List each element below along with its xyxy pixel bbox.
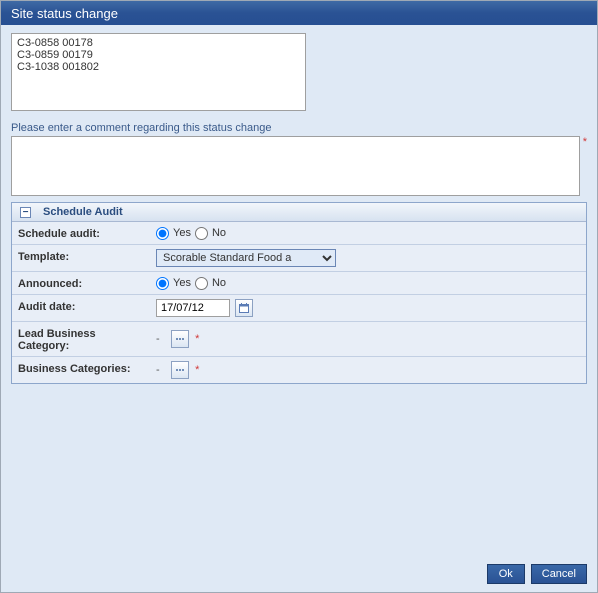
business-categories-value: - bbox=[156, 364, 166, 376]
collapse-icon[interactable]: − bbox=[20, 207, 31, 218]
business-categories-label: Business Categories: bbox=[12, 357, 150, 384]
announced-radios: Yes No bbox=[156, 277, 580, 290]
schedule-audit-label: Schedule audit: bbox=[12, 222, 150, 245]
dialog-titlebar: Site status change bbox=[1, 1, 597, 25]
announced-no-text: No bbox=[212, 277, 226, 289]
audit-date-input[interactable] bbox=[156, 299, 230, 317]
calendar-icon[interactable] bbox=[235, 299, 253, 317]
dialog-title: Site status change bbox=[11, 6, 118, 21]
business-categories-picker-icon[interactable] bbox=[171, 361, 189, 379]
row-announced: Announced: Yes No bbox=[12, 272, 586, 295]
announced-no-label[interactable]: No bbox=[195, 277, 226, 290]
audit-date-label: Audit date: bbox=[12, 295, 150, 322]
dialog-body: C3-0858 00178 C3-0859 00179 C3-1038 0018… bbox=[1, 25, 597, 558]
lead-business-category-picker-icon[interactable] bbox=[171, 330, 189, 348]
schedule-audit-yes-label[interactable]: Yes bbox=[156, 227, 191, 240]
schedule-audit-no-label[interactable]: No bbox=[195, 227, 226, 240]
lead-business-category-required-mark: * bbox=[195, 333, 199, 345]
comment-textarea[interactable] bbox=[11, 136, 580, 196]
business-categories-required-mark: * bbox=[195, 364, 199, 376]
comment-required-mark: * bbox=[583, 136, 587, 148]
template-label: Template: bbox=[12, 245, 150, 272]
schedule-audit-no-text: No bbox=[212, 227, 226, 239]
comment-label: Please enter a comment regarding this st… bbox=[11, 122, 587, 134]
form-table: Schedule audit: Yes No bbox=[12, 222, 586, 383]
comment-wrap: * bbox=[11, 136, 587, 196]
cancel-button[interactable]: Cancel bbox=[531, 564, 587, 584]
row-template: Template: Scorable Standard Food a bbox=[12, 245, 586, 272]
schedule-audit-yes-radio[interactable] bbox=[156, 227, 169, 240]
row-schedule-audit: Schedule audit: Yes No bbox=[12, 222, 586, 245]
site-list-box[interactable]: C3-0858 00178 C3-0859 00179 C3-1038 0018… bbox=[11, 33, 306, 111]
schedule-audit-panel: − Schedule Audit Schedule audit: Yes bbox=[11, 202, 587, 384]
announced-yes-text: Yes bbox=[173, 277, 191, 289]
lead-business-category-value: - bbox=[156, 333, 166, 345]
lead-business-category-label: Lead Business Category: bbox=[12, 322, 150, 357]
schedule-audit-no-radio[interactable] bbox=[195, 227, 208, 240]
row-lead-business-category: Lead Business Category: - * bbox=[12, 322, 586, 357]
row-business-categories: Business Categories: - * bbox=[12, 357, 586, 384]
announced-no-radio[interactable] bbox=[195, 277, 208, 290]
schedule-audit-radios: Yes No bbox=[156, 227, 580, 240]
panel-header: − Schedule Audit bbox=[12, 203, 586, 222]
dialog-footer: Ok Cancel bbox=[1, 558, 597, 592]
ok-button[interactable]: Ok bbox=[487, 564, 525, 584]
announced-yes-radio[interactable] bbox=[156, 277, 169, 290]
panel-title: Schedule Audit bbox=[43, 206, 123, 218]
template-select[interactable]: Scorable Standard Food a bbox=[156, 249, 336, 267]
announced-label: Announced: bbox=[12, 272, 150, 295]
schedule-audit-yes-text: Yes bbox=[173, 227, 191, 239]
announced-yes-label[interactable]: Yes bbox=[156, 277, 191, 290]
row-audit-date: Audit date: bbox=[12, 295, 586, 322]
site-status-change-dialog: Site status change C3-0858 00178 C3-0859… bbox=[0, 0, 598, 593]
